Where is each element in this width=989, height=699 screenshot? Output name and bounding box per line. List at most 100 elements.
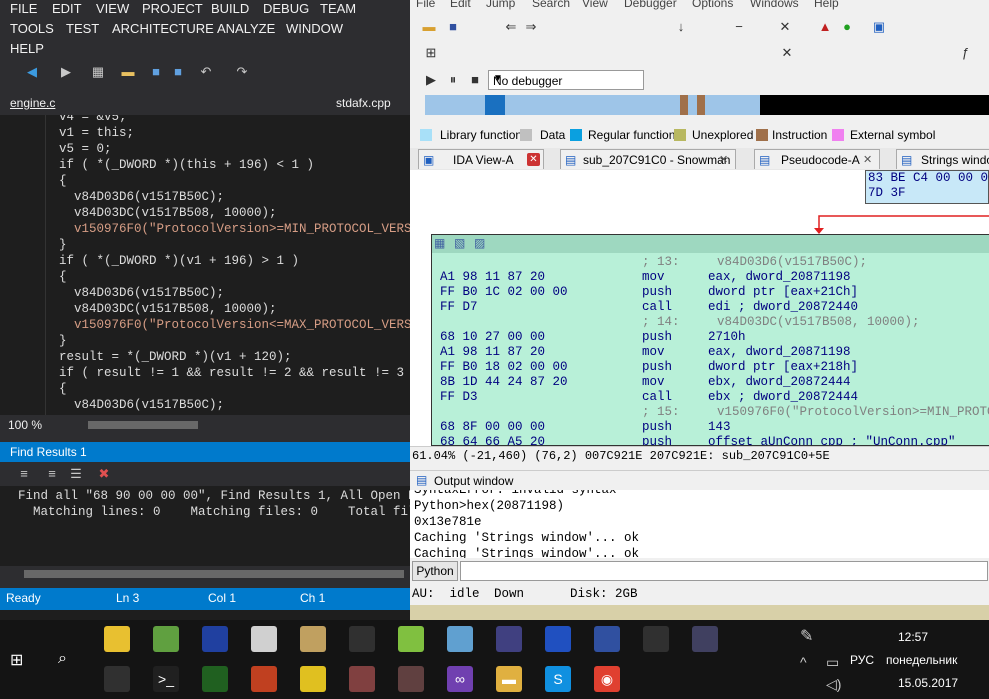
close-icon[interactable]: ✕	[863, 153, 872, 166]
windows-start-icon[interactable]: ⊞	[10, 650, 23, 670]
vs-menu-team[interactable]: TEAM	[320, 1, 356, 16]
skype-icon[interactable]: S	[545, 666, 571, 692]
find-horizontal-scrollbar[interactable]	[0, 566, 410, 582]
input-language[interactable]: РУС	[850, 653, 874, 667]
terminal-icon[interactable]: >_	[153, 666, 179, 692]
navigation-band[interactable]	[425, 95, 989, 115]
ida-icon[interactable]	[349, 626, 375, 652]
vs-menu-build[interactable]: BUILD	[211, 1, 249, 16]
close-x-icon[interactable]: ✕	[776, 18, 794, 36]
down-arrow-icon[interactable]: ↓	[672, 18, 690, 36]
node-rename-icon[interactable]: ▧	[454, 236, 465, 251]
vs-menu-project[interactable]: PROJECT	[142, 1, 203, 16]
ida-menu-edit[interactable]: Edit	[450, 0, 471, 10]
expressor-icon[interactable]	[202, 626, 228, 652]
clear-results-icon[interactable]: ☰	[68, 466, 84, 482]
tab-snowman[interactable]: ▤ sub_207C91C0 - Snowman ✕	[560, 149, 736, 169]
vs-menu-tools[interactable]: TOOLS	[10, 21, 54, 36]
chart-icon[interactable]	[251, 626, 277, 652]
app-x-icon[interactable]	[104, 626, 130, 652]
undo-icon[interactable]: ↶	[198, 64, 214, 80]
calendar-icon[interactable]	[251, 666, 277, 692]
star-white-icon[interactable]	[104, 666, 130, 692]
volume-icon[interactable]: ◁)	[826, 676, 841, 693]
unreal-icon[interactable]	[496, 626, 522, 652]
map-icon[interactable]	[300, 666, 326, 692]
clock-time[interactable]: 12:57	[898, 630, 928, 644]
ida-graph-view[interactable]: 83 BE C4 00 00 00 7D 3F ▦ ▧ ▨ ; 13: v84D…	[410, 170, 989, 446]
forward-icon[interactable]: ▶	[58, 64, 74, 80]
planet-icon[interactable]	[692, 626, 718, 652]
hex-icon[interactable]: ⊞	[422, 44, 440, 62]
tab-pseudocode-a[interactable]: ▤ Pseudocode-A ✕	[754, 149, 880, 169]
ida-menu-help[interactable]: Help	[814, 0, 839, 10]
vs-menu-file[interactable]: FILE	[10, 1, 37, 16]
explorer-icon[interactable]: ▬	[496, 666, 522, 692]
search-icon[interactable]: ⌕	[58, 650, 67, 668]
ida-menu-options[interactable]: Options	[692, 0, 733, 10]
editor-horizontal-scrollbar[interactable]	[0, 415, 410, 435]
leaf-icon[interactable]	[398, 626, 424, 652]
ida-menu-jump[interactable]: Jump	[486, 0, 515, 10]
chrome-icon[interactable]: ◉	[594, 666, 620, 692]
close-icon[interactable]: ✕	[719, 153, 728, 166]
stop-find-icon[interactable]: ✖	[96, 466, 112, 482]
open-folder-icon[interactable]: ▬	[120, 64, 136, 80]
pause-icon[interactable]: ⏸	[444, 71, 462, 89]
pen-icon[interactable]: ✎	[800, 626, 813, 646]
save-all-icon[interactable]: ■	[170, 64, 186, 80]
vs-menu-view[interactable]: VIEW	[96, 1, 129, 16]
vs-menu-help[interactable]: HELP	[10, 41, 44, 56]
play-icon[interactable]: ▶	[422, 71, 440, 89]
tab-stdafx-cpp[interactable]: stdafx.cpp	[336, 96, 391, 110]
save-icon[interactable]: ■	[148, 64, 164, 80]
x-app-icon[interactable]	[300, 626, 326, 652]
code-editor[interactable]: v4 = &v5; v1 = this; v5 = 0; if ( *(_DWO…	[0, 115, 410, 415]
warning-icon[interactable]: ▲	[816, 18, 834, 36]
ida-menu-file[interactable]: File	[416, 0, 435, 10]
ida-menu-debugger[interactable]: Debugger	[624, 0, 677, 10]
star-icon[interactable]	[643, 626, 669, 652]
forward-icon[interactable]: ⇒	[522, 18, 540, 36]
vs-menu-window[interactable]: WINDOW	[286, 21, 343, 36]
close-icon[interactable]: ✕	[527, 153, 540, 166]
python-button[interactable]: Python	[412, 561, 458, 581]
vs-menu-debug[interactable]: DEBUG	[263, 1, 309, 16]
prev-result-icon[interactable]: ≡	[16, 466, 32, 482]
back-icon[interactable]: ⇐	[502, 18, 520, 36]
network-icon[interactable]: ▭	[826, 654, 839, 671]
run-icon[interactable]: ●	[838, 18, 856, 36]
ida-menu-windows[interactable]: Windows	[750, 0, 799, 10]
stop-icon[interactable]: ■	[466, 71, 484, 89]
node-group-icon[interactable]: ▨	[474, 236, 485, 251]
vs-menu-test[interactable]: TEST	[66, 21, 99, 36]
new-project-icon[interactable]: ▦	[90, 64, 106, 80]
function-icon[interactable]: ƒ	[956, 44, 974, 62]
notepad-icon[interactable]	[153, 626, 179, 652]
ida-menu-search[interactable]: Search	[532, 0, 570, 10]
debugger-select[interactable]: No debugger ▼	[488, 70, 644, 90]
scrollbar-thumb[interactable]	[24, 570, 404, 578]
scrollbar-thumb[interactable]	[88, 421, 198, 429]
vs-menu-architecture[interactable]: ARCHITECTURE	[112, 21, 214, 36]
vs-menu-analyze[interactable]: ANALYZE	[217, 21, 275, 36]
dx-icon[interactable]	[594, 626, 620, 652]
bolt-icon[interactable]	[545, 626, 571, 652]
current-block-node[interactable]: ▦ ▧ ▨ ; 13: v84D03D6(v1517B50C); A1 98 11…	[431, 234, 989, 446]
tray-arrow-icon[interactable]: ^	[800, 654, 807, 670]
reticle-icon[interactable]	[202, 666, 228, 692]
minus-icon[interactable]: −	[730, 18, 748, 36]
clock-date[interactable]: 15.05.2017	[898, 676, 958, 690]
tab-strings-window[interactable]: ▤ Strings window	[896, 149, 989, 169]
zoom-level[interactable]: 100 %	[8, 418, 42, 432]
ida-menu-view[interactable]: View	[582, 0, 608, 10]
tab-engine-c[interactable]: engine.c	[10, 96, 55, 110]
next-result-icon[interactable]: ≡	[44, 466, 60, 482]
cross-icon[interactable]: ✕	[778, 44, 796, 62]
visual-studio-icon[interactable]: ∞	[447, 666, 473, 692]
person2-icon[interactable]	[398, 666, 424, 692]
graph-icon[interactable]: ▣	[870, 18, 888, 36]
tab-ida-view-a[interactable]: ▣ IDA View-A ✕	[418, 149, 544, 169]
back-icon[interactable]: ◀	[24, 64, 40, 80]
save-icon[interactable]: ■	[444, 18, 462, 36]
